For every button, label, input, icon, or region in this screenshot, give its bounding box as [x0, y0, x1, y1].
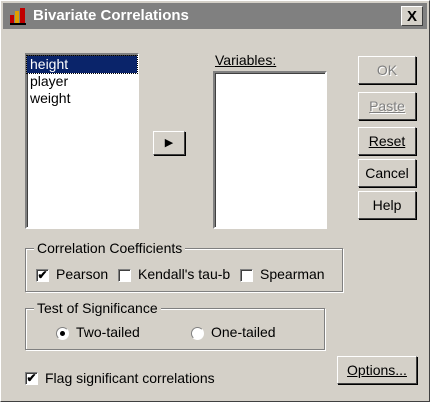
- variables-label: Variables:: [215, 52, 277, 68]
- one-tailed-radio[interactable]: [191, 327, 204, 340]
- help-button[interactable]: Help: [358, 191, 416, 219]
- spearman-label[interactable]: Spearman: [260, 266, 325, 282]
- right-arrow-icon: ▶: [164, 137, 174, 149]
- list-item[interactable]: weight: [27, 90, 137, 107]
- test-of-significance-group: Test of Significance Two-tailed One-tail…: [25, 299, 325, 350]
- pearson-checkbox[interactable]: ✔: [36, 269, 49, 282]
- correlation-coefficients-title: Correlation Coefficients: [34, 239, 186, 257]
- title-bar[interactable]: Bivariate Correlations X: [3, 3, 427, 29]
- list-item[interactable]: player: [27, 73, 137, 90]
- bivariate-correlations-dialog: Bivariate Correlations X height player w…: [0, 0, 430, 402]
- flag-significant-checkbox[interactable]: ✔: [25, 372, 38, 385]
- two-tailed-radio[interactable]: [56, 327, 69, 340]
- kendall-checkbox[interactable]: [118, 269, 131, 282]
- radio-dot-icon: [60, 331, 65, 336]
- cancel-button[interactable]: Cancel: [358, 159, 416, 187]
- test-of-significance-title: Test of Significance: [34, 299, 161, 317]
- ok-button[interactable]: OK: [358, 56, 416, 84]
- variables-list[interactable]: [213, 71, 327, 229]
- move-to-variables-button[interactable]: ▶: [153, 131, 185, 155]
- spearman-checkbox[interactable]: [240, 269, 253, 282]
- reset-button[interactable]: Reset: [358, 127, 416, 155]
- close-button[interactable]: X: [401, 6, 423, 26]
- pearson-label[interactable]: Pearson: [56, 266, 108, 282]
- flag-significant-label[interactable]: Flag significant correlations: [45, 370, 215, 386]
- spss-app-icon: [10, 8, 26, 25]
- source-variable-list[interactable]: height player weight: [25, 53, 139, 229]
- paste-button[interactable]: Paste: [358, 92, 416, 120]
- dialog-title: Bivariate Correlations: [33, 7, 189, 24]
- kendall-label[interactable]: Kendall's tau-b: [138, 266, 230, 282]
- correlation-coefficients-group: Correlation Coefficients ✔ Pearson Kenda…: [25, 239, 343, 292]
- one-tailed-label[interactable]: One-tailed: [211, 324, 276, 340]
- options-button[interactable]: Options...: [337, 356, 417, 384]
- two-tailed-label[interactable]: Two-tailed: [76, 324, 140, 340]
- list-item[interactable]: height: [26, 55, 138, 74]
